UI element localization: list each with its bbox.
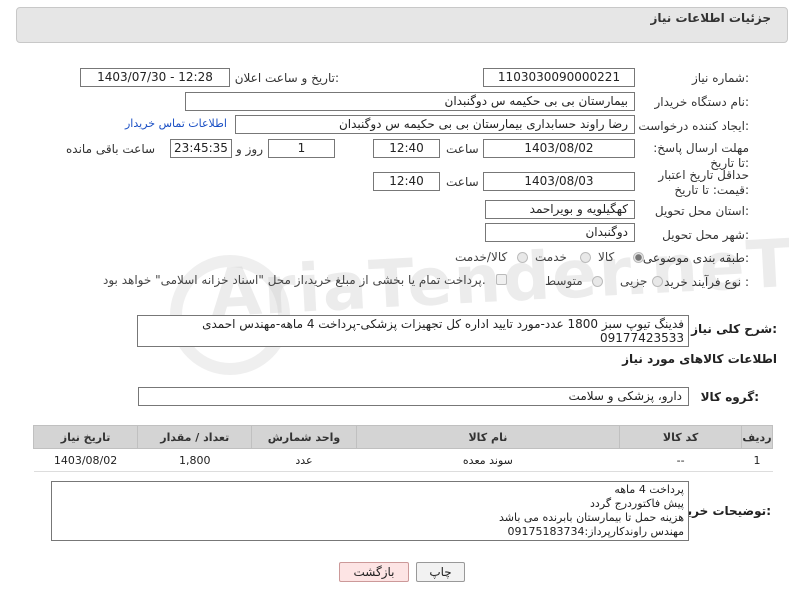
buyer-notes-box: پرداخت 4 ماهه پیش فاکتوردرج گردد هزینه ح… <box>51 481 689 541</box>
remaining-label: ساعت باقی مانده <box>66 142 156 156</box>
category-radio-service[interactable] <box>580 252 591 263</box>
buyer-label: نام دستگاه خریدار: <box>654 95 750 109</box>
column-header-name: نام کالا <box>355 425 621 449</box>
days-label: روز و <box>236 142 263 156</box>
category-radio-goods-service[interactable] <box>517 252 528 263</box>
buyer-notes-line: هزینه حمل تا بیمارستان بابرنده می باشد <box>498 511 684 524</box>
goods-group-label: گروه کالا: <box>700 390 759 404</box>
cell-row-number: 1 <box>741 448 773 472</box>
deadline-time-label: ساعت <box>446 142 479 156</box>
cell-code: -- <box>619 448 742 472</box>
category-option-service: خدمت <box>535 250 567 264</box>
column-header-quantity: تعداد / مقدار <box>137 425 253 449</box>
deadline-time-field: 12:40 <box>373 139 440 158</box>
process-radio-medium[interactable] <box>592 276 603 287</box>
city-label: شهر محل تحویل: <box>662 228 749 242</box>
process-label: نوع فرآیند خرید : <box>664 275 749 289</box>
category-option-goods: کالا <box>598 250 615 264</box>
cell-name: سوند معده <box>356 448 620 472</box>
city-field: دوگنبدان <box>485 223 635 242</box>
province-label: استان محل تحویل: <box>654 204 749 218</box>
cell-quantity: 1,800 <box>137 448 252 472</box>
creator-field: رضا راوند حسابداری بیمارستان بی بی حکیمه… <box>235 115 635 134</box>
validity-time-label: ساعت <box>446 175 479 189</box>
buyer-notes-line: پرداخت 4 ماهه <box>614 483 684 496</box>
buyer-notes-line: مهندس راوندکارپرداز:09175183734 <box>507 525 684 538</box>
description-text: فدینگ تیوپ سبز 1800 عدد-مورد تایید اداره… <box>137 315 689 347</box>
days-field: 1 <box>268 139 335 158</box>
page-title: جزئیات اطلاعات نیاز <box>650 11 771 25</box>
process-option-medium: متوسط <box>545 274 583 288</box>
province-field: کهگیلویه و بویراحمد <box>485 200 635 219</box>
buyer-notes-line: پیش فاکتوردرج گردد <box>590 497 684 510</box>
need-number-label: شماره نیاز: <box>691 71 749 85</box>
buyer-contact-link[interactable]: اطلاعات تماس خریدار <box>125 117 227 130</box>
goods-group-field: دارو، پزشکی و سلامت <box>138 387 689 406</box>
process-radio-minor[interactable] <box>652 276 663 287</box>
column-header-row-number: ردیف <box>740 425 774 449</box>
validity-date-field: 1403/08/03 <box>483 172 635 191</box>
need-number-field: 1103030090000221 <box>483 68 635 87</box>
description-label: شرح کلی نیاز: <box>691 322 777 336</box>
cell-unit: عدد <box>251 448 357 472</box>
column-header-code: کد کالا <box>619 425 742 449</box>
column-header-unit: واحد شمارش <box>251 425 357 449</box>
back-button[interactable]: بازگشت <box>339 562 409 582</box>
creator-label: ایجاد کننده درخواست: <box>638 119 749 133</box>
print-button[interactable]: چاپ <box>416 562 465 582</box>
deadline-date-field: 1403/08/02 <box>483 139 635 158</box>
category-option-goods-service: کالا/خدمت <box>455 250 508 264</box>
category-label: طبقه بندی موضوعی: <box>642 251 749 265</box>
category-radio-goods[interactable] <box>633 252 644 263</box>
buyer-field: بیمارستان بی بی حکیمه س دوگنبدان <box>185 92 635 111</box>
table-header-row: ردیف کد کالا نام کالا واحد شمارش تعداد /… <box>32 425 774 449</box>
goods-table: ردیف کد کالا نام کالا واحد شمارش تعداد /… <box>32 425 774 472</box>
table-row: 1 -- سوند معده عدد 1,800 1403/08/02 <box>33 448 773 472</box>
process-option-minor: جزیی <box>620 274 648 288</box>
validity-time-field: 12:40 <box>373 172 440 191</box>
treasury-checkbox[interactable] <box>496 274 507 285</box>
cell-date: 1403/08/02 <box>33 448 138 472</box>
treasury-note: پرداخت تمام یا بخشی از مبلغ خرید،از محل … <box>103 273 486 287</box>
announce-field: 1403/07/30 - 12:28 <box>80 68 230 87</box>
goods-info-title: اطلاعات کالاهای مورد نیاز <box>622 352 777 366</box>
deadline-label: مهلت ارسال پاسخ: تا تاریخ: <box>653 141 749 170</box>
validity-label: حداقل تاریخ اعتبار قیمت: تا تاریخ: <box>658 168 749 197</box>
remaining-time-field: 23:45:35 <box>170 139 232 158</box>
column-header-date: تاریخ نیاز <box>32 425 139 449</box>
